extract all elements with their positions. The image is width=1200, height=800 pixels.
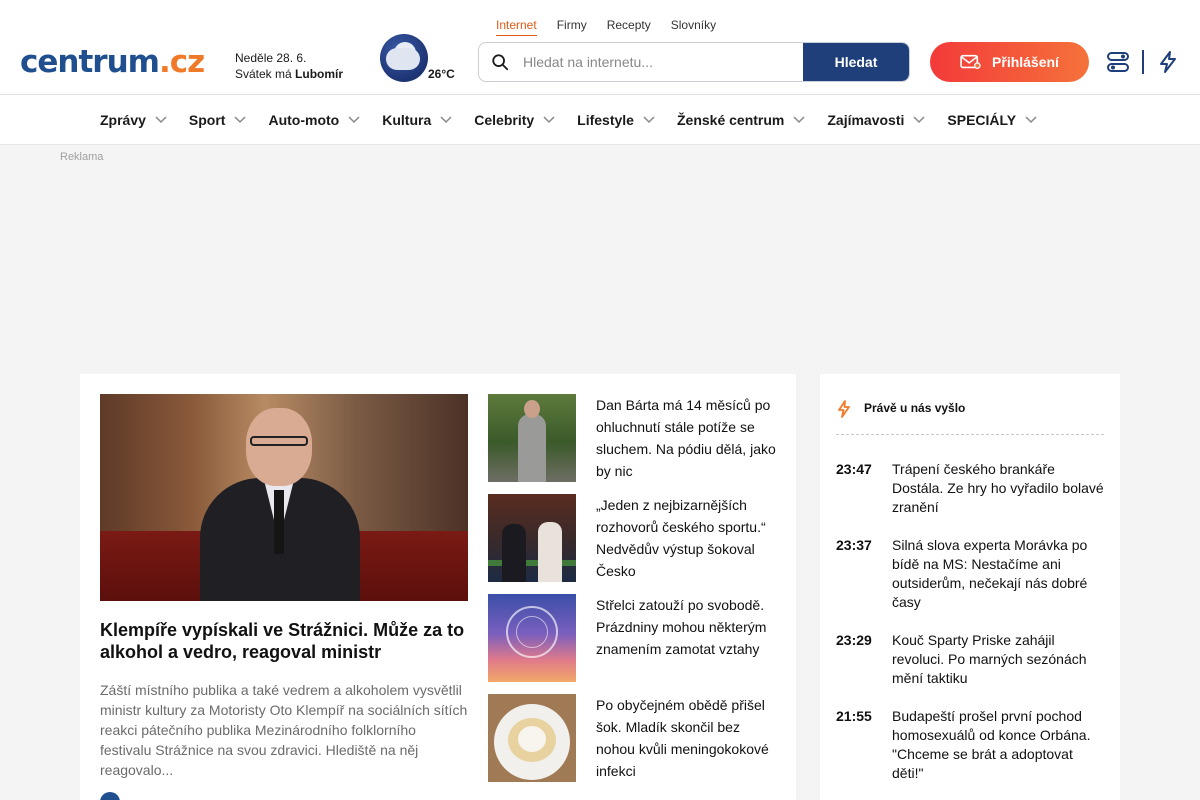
category-sport[interactable]: Sport: [189, 112, 247, 128]
chevron-down-icon: [234, 116, 247, 124]
nameday-name: Lubomír: [295, 67, 344, 81]
feed-time: 23:37: [836, 537, 872, 553]
top-link-firmy[interactable]: Firmy: [557, 18, 587, 36]
chevron-down-icon: [348, 116, 360, 124]
category-label: Auto-moto: [268, 112, 340, 128]
search-input[interactable]: [523, 43, 803, 81]
settings-toggles-icon[interactable]: [1106, 50, 1130, 74]
feed-time: 23:47: [836, 461, 872, 477]
chevron-down-icon: [155, 116, 167, 124]
category-kultura[interactable]: Kultura: [382, 112, 452, 128]
feed-title[interactable]: Kouč Sparty Priske zahájil revoluci. Po …: [892, 631, 1106, 688]
top-link-slovniky[interactable]: Slovníky: [671, 18, 716, 36]
category-label: Sport: [188, 112, 226, 128]
main-news-card: Klempíře vypískali ve Strážnici. Může za…: [80, 374, 796, 800]
side-article-title[interactable]: Po obyčejném obědě přišel šok. Mladík sk…: [596, 694, 778, 782]
article-thumbnail[interactable]: [488, 694, 576, 782]
category-auto-moto[interactable]: Auto-moto: [268, 112, 360, 128]
category-zpravy[interactable]: Zprávy: [100, 112, 167, 128]
category-zajimavosti[interactable]: Zajímavosti: [827, 112, 925, 128]
category-label: Ženské centrum: [676, 112, 785, 128]
login-label: Přihlášení: [992, 54, 1059, 70]
header-divider: [1142, 50, 1144, 74]
date-nameday: Neděle 28. 6. Svátek má Lubomír: [235, 50, 343, 82]
feed-title[interactable]: Trápení českého brankáře Dostála. Ze hry…: [892, 460, 1106, 517]
side-article-title[interactable]: Dan Bárta má 14 měsíců po ohluchnutí stá…: [596, 394, 778, 482]
hero-article-image[interactable]: [100, 394, 468, 601]
chevron-down-icon: [1025, 116, 1037, 124]
search-button[interactable]: Hledat: [803, 43, 909, 81]
side-article-title[interactable]: Střelci zatouží po svobodě. Prázdniny mo…: [596, 594, 778, 660]
category-lifestyle[interactable]: Lifestyle: [577, 112, 655, 128]
search-box: Hledat: [478, 42, 910, 82]
hero-article-title[interactable]: Klempíře vypískali ve Strážnici. Může za…: [100, 619, 470, 663]
feed-header: Právě u nás vyšlo: [836, 400, 1104, 435]
category-label: Kultura: [382, 112, 432, 128]
feed-heading: Právě u nás vyšlo: [864, 401, 966, 415]
article-thumbnail[interactable]: [488, 394, 576, 482]
temperature[interactable]: 26°C: [428, 67, 455, 81]
feed-title[interactable]: Budapeští prošel první pochod homosexuál…: [892, 707, 1106, 783]
top-service-nav: Internet Firmy Recepty Slovníky: [496, 18, 716, 36]
logo-text-main: centrum: [20, 44, 160, 80]
centrum-logo[interactable]: centrum.cz: [20, 44, 205, 80]
search-icon: [492, 54, 509, 71]
chevron-down-icon: [913, 116, 925, 124]
side-article-title[interactable]: „Jeden z nejbizarnějších rozhovorů české…: [596, 494, 778, 582]
category-label: SPECIÁLY: [947, 112, 1017, 128]
lightning-icon[interactable]: [1156, 50, 1180, 74]
category-celebrity[interactable]: Celebrity: [474, 112, 555, 128]
author-avatar: [100, 792, 120, 800]
category-label: Zajímavosti: [827, 112, 905, 128]
nameday: Svátek má Lubomír: [235, 66, 343, 82]
chevron-down-icon: [643, 116, 655, 124]
category-specialy[interactable]: SPECIÁLY: [947, 112, 1037, 128]
latest-feed: Právě u nás vyšlo 23:47 Trápení českého …: [820, 374, 1120, 800]
feed-time: 21:55: [836, 708, 872, 724]
login-button[interactable]: Přihlášení: [930, 42, 1089, 82]
nameday-prefix: Svátek má: [235, 67, 292, 81]
logo-text-domain: .cz: [158, 44, 205, 80]
category-zenske-centrum[interactable]: Ženské centrum: [677, 112, 805, 128]
feed-title[interactable]: Silná slova experta Morávka po bídě na M…: [892, 536, 1106, 612]
ad-label: Reklama: [60, 151, 104, 163]
lightning-icon: [838, 400, 850, 418]
side-article[interactable]: Střelci zatouží po svobodě. Prázdniny mo…: [488, 594, 778, 682]
article-thumbnail[interactable]: [488, 594, 576, 682]
mail-user-icon: [960, 54, 981, 69]
top-link-recepty[interactable]: Recepty: [607, 18, 651, 36]
hero-article-perex: Záští místního publika a také vedrem a a…: [100, 682, 468, 778]
side-article[interactable]: „Jeden z nejbizarnějších rozhovorů české…: [488, 494, 778, 582]
article-thumbnail[interactable]: [488, 494, 576, 582]
chevron-down-icon: [440, 116, 452, 124]
category-label: Lifestyle: [577, 112, 634, 128]
category-nav: Zprávy Sport Auto-moto Kultura Celebrity…: [0, 95, 1200, 145]
side-article[interactable]: Po obyčejném obědě přišel šok. Mladík sk…: [488, 694, 778, 782]
cloud-icon[interactable]: [380, 34, 428, 82]
side-article[interactable]: Dan Bárta má 14 měsíců po ohluchnutí stá…: [488, 394, 778, 482]
site-header: centrum.cz Neděle 28. 6. Svátek má Lubom…: [0, 0, 1200, 95]
current-date: Neděle 28. 6.: [235, 51, 307, 65]
feed-time: 23:29: [836, 632, 872, 648]
category-label: Zprávy: [100, 112, 146, 128]
chevron-down-icon: [793, 116, 805, 124]
top-link-internet[interactable]: Internet: [496, 18, 537, 36]
chevron-down-icon: [543, 116, 555, 124]
category-label: Celebrity: [474, 112, 535, 128]
